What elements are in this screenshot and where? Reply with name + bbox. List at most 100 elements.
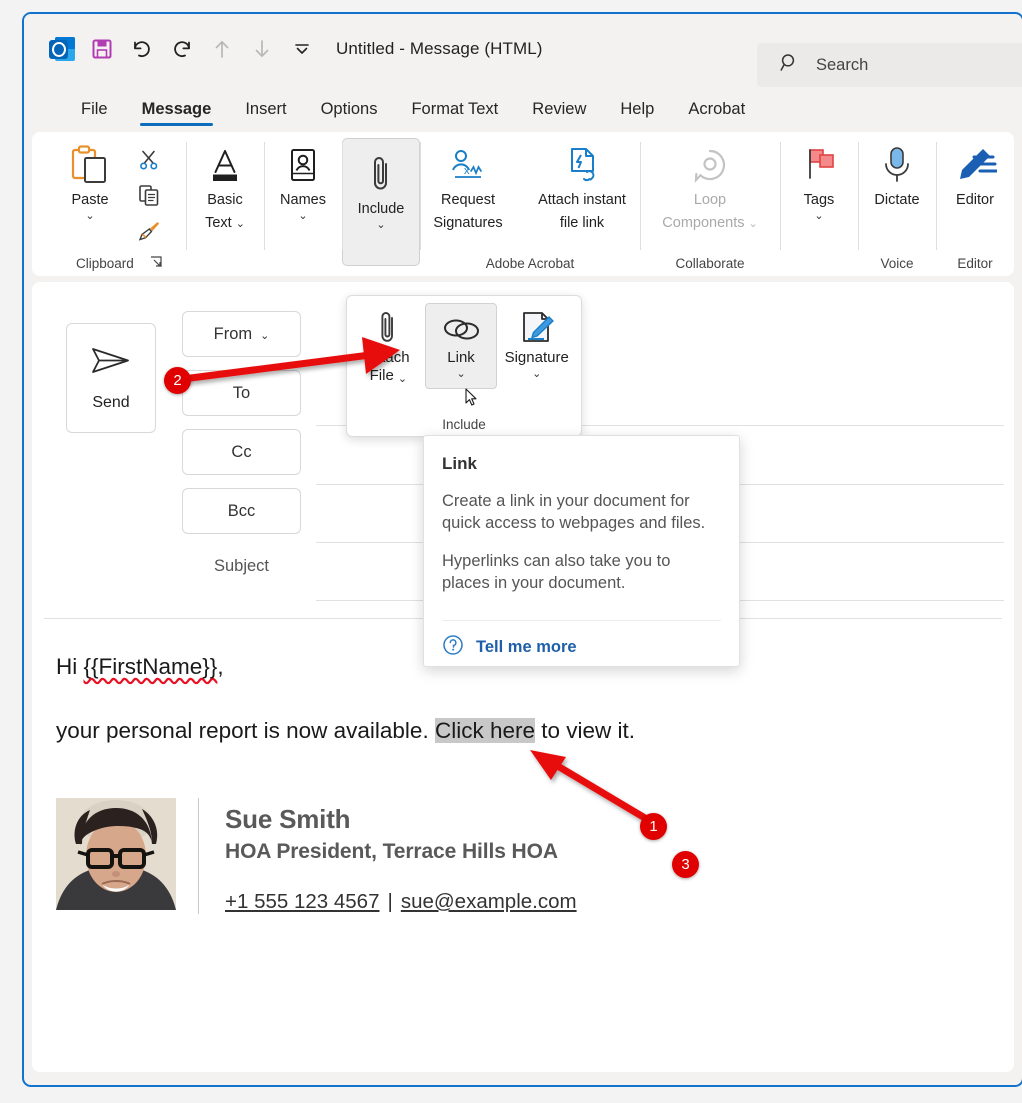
names-button[interactable]: Names ⌄ <box>264 138 342 221</box>
chevron-down-icon[interactable]: ⌄ <box>398 374 407 384</box>
sentence-prefix: your personal report is now available. <box>56 718 435 743</box>
paste-label: Paste <box>71 192 108 209</box>
request-signatures-label-1: Request <box>441 192 495 209</box>
tab-insert[interactable]: Insert <box>228 100 303 128</box>
chevron-down-icon[interactable]: ⌄ <box>814 211 823 221</box>
tags-flag-icon <box>798 146 840 186</box>
loop-components-label-2: Components <box>662 215 744 232</box>
save-icon[interactable] <box>82 29 122 69</box>
request-signatures-button[interactable]: x Request Signatures <box>420 138 516 232</box>
customize-quick-access-toolbar-icon[interactable] <box>282 29 322 69</box>
svg-text:x: x <box>464 165 470 177</box>
ribbon-group-clipboard: Paste ⌄ <box>32 132 186 276</box>
loop-components-icon <box>684 146 736 186</box>
link-label: Link <box>447 349 475 367</box>
scissors-icon <box>138 149 160 176</box>
tab-message[interactable]: Message <box>125 100 229 128</box>
from-field-button[interactable]: From ⌄ <box>182 311 301 357</box>
chevron-down-icon[interactable]: ⌄ <box>376 220 385 230</box>
dictate-label: Dictate <box>874 192 919 209</box>
cut-button[interactable] <box>131 146 167 179</box>
signature-phone-link[interactable]: +1 555 123 4567 <box>225 890 379 913</box>
attach-instant-file-link-label-2: file link <box>560 215 604 232</box>
signature-contact: +1 555 123 4567|sue@example.com <box>225 890 577 914</box>
bcc-field-button[interactable]: Bcc <box>182 488 301 534</box>
redo-icon[interactable] <box>162 29 202 69</box>
dialog-launcher-icon[interactable] <box>148 254 164 270</box>
include-label: Include <box>358 201 405 218</box>
tab-format-text[interactable]: Format Text <box>394 100 515 128</box>
copy-icon <box>137 183 161 212</box>
chevron-down-icon[interactable]: ⌄ <box>456 369 465 379</box>
signature-menu-item[interactable]: Signature ⌄ <box>497 303 576 389</box>
link-tooltip: Link Create a link in your document for … <box>423 435 740 667</box>
body-sentence: your personal report is now available. C… <box>56 716 990 746</box>
chevron-down-icon[interactable]: ⌄ <box>749 219 758 229</box>
message-body[interactable]: Hi {{FirstName}}, your personal report i… <box>32 626 1014 1072</box>
chevron-down-icon[interactable]: ⌄ <box>260 331 269 341</box>
copy-button[interactable] <box>131 181 167 214</box>
window-title: Untitled - Message (HTML) <box>336 39 543 59</box>
attach-file-label-1: Attach <box>367 349 410 367</box>
include-dropdown-menu: Attach File ⌄ Link ⌄ <box>346 295 582 437</box>
annotation-marker-1: 1 <box>640 813 667 840</box>
tab-acrobat[interactable]: Acrobat <box>671 100 762 128</box>
help-circle-icon <box>442 634 464 661</box>
outlook-message-window: Untitled - Message (HTML) Search File Me… <box>22 12 1022 1087</box>
editor-pen-icon <box>953 146 997 186</box>
link-menu-item[interactable]: Link ⌄ <box>425 303 498 389</box>
signature-email-link[interactable]: sue@example.com <box>401 890 577 913</box>
format-painter-icon <box>137 218 161 247</box>
attach-file-menu-item[interactable]: Attach File ⌄ <box>352 303 425 389</box>
chevron-down-icon[interactable]: ⌄ <box>298 211 307 221</box>
paste-button[interactable]: Paste ⌄ <box>51 138 129 249</box>
tags-button[interactable]: Tags ⌄ <box>780 138 858 221</box>
microphone-icon <box>878 146 916 186</box>
chevron-down-icon[interactable]: ⌄ <box>85 211 94 221</box>
editor-button[interactable]: Editor <box>936 138 1014 209</box>
link-chain-icon <box>440 309 482 349</box>
chevron-down-icon[interactable]: ⌄ <box>236 219 245 229</box>
to-label: To <box>233 384 250 403</box>
tooltip-divider <box>442 620 721 621</box>
attach-instant-file-link-button[interactable]: Attach instant file link <box>524 138 640 232</box>
tooltip-title: Link <box>442 454 721 474</box>
group-label-editor: Editor <box>936 256 1014 271</box>
undo-icon[interactable] <box>122 29 162 69</box>
tab-review[interactable]: Review <box>515 100 603 128</box>
search-placeholder: Search <box>816 56 868 75</box>
tab-help[interactable]: Help <box>603 100 671 128</box>
subject-label: Subject <box>182 557 301 576</box>
request-signatures-label-2: Signatures <box>433 215 502 232</box>
tags-label: Tags <box>804 192 835 209</box>
signature-label: Signature <box>505 349 569 367</box>
next-item-icon[interactable] <box>242 29 282 69</box>
tab-options[interactable]: Options <box>304 100 395 128</box>
cc-field-button[interactable]: Cc <box>182 429 301 475</box>
ribbon-group-voice: Dictate Voice <box>858 132 936 276</box>
basic-text-label: Basic <box>207 192 242 209</box>
tell-me-more-link[interactable]: Tell me more <box>442 634 577 661</box>
loop-components-button[interactable]: Loop Components ⌄ <box>640 138 780 232</box>
chevron-down-icon[interactable]: ⌄ <box>532 369 541 379</box>
to-field-button[interactable]: To <box>182 370 301 416</box>
ribbon-group-basic-text: Basic Text ⌄ <box>186 132 264 276</box>
attach-instant-file-link-label-1: Attach instant <box>538 192 626 209</box>
search-input[interactable]: Search <box>757 43 1022 87</box>
format-painter-button[interactable] <box>131 216 167 249</box>
selected-link-text[interactable]: Click here <box>435 718 535 743</box>
ribbon: Paste ⌄ <box>32 132 1014 276</box>
previous-item-icon[interactable] <box>202 29 242 69</box>
basic-text-button[interactable]: Basic Text ⌄ <box>186 138 264 232</box>
send-button[interactable]: Send <box>66 323 156 433</box>
signature-name: Sue Smith <box>225 802 577 836</box>
include-button[interactable]: Include ⌄ <box>342 138 420 266</box>
basic-text-label-2: Text <box>205 215 232 232</box>
tab-file[interactable]: File <box>64 100 125 128</box>
loop-components-label-1: Loop <box>694 192 726 209</box>
dictate-button[interactable]: Dictate <box>858 138 936 209</box>
names-label: Names <box>280 192 326 209</box>
greeting-token: {{FirstName}} <box>84 654 218 679</box>
mouse-cursor-icon <box>465 388 478 407</box>
outlook-icon <box>42 29 82 69</box>
